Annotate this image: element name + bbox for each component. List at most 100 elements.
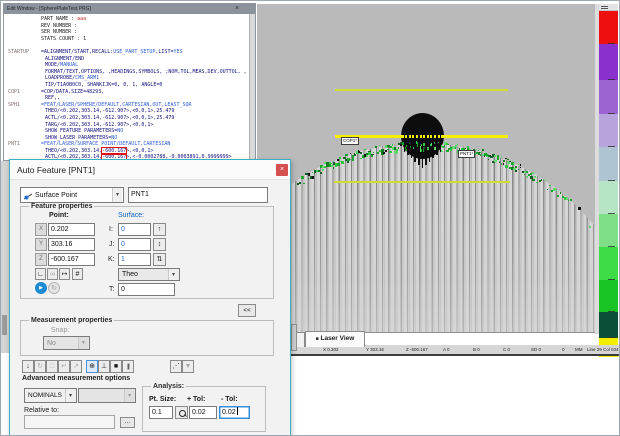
colorbar-header-text (601, 8, 608, 9)
stripe-scan-button[interactable]: ||| (122, 360, 134, 373)
point-sequence-button[interactable]: ⋰ (170, 360, 182, 373)
pt-size-field[interactable]: 0.1 (149, 406, 173, 419)
find-nominals-button[interactable]: ∞ (47, 268, 58, 280)
probe-mode-button[interactable]: ↓ (22, 360, 34, 373)
pcdmis-application: COP1* PNT1* ew ■ Laser View X 0.202Y 303… (0, 0, 620, 436)
chevron-down-icon: ▾ (78, 337, 88, 349)
code-line: PART NAME : aaa (8, 16, 249, 23)
axes-mode-button[interactable]: ∟ (35, 268, 46, 280)
surface-point-icon (23, 191, 33, 201)
scan-points-layer (257, 4, 595, 333)
analysis-group: Analysis: Pt. Size: + Tol: - Tol: 0.1 0.… (142, 386, 266, 432)
colorbar-header-text (601, 6, 608, 7)
colorbar-segment (599, 280, 618, 312)
status-item: SD 0 (531, 346, 541, 353)
regenerate-button[interactable]: ↻ (48, 282, 60, 294)
filter-button[interactable]: ▼ (182, 360, 194, 373)
test-feature-button[interactable]: ▶ (35, 282, 47, 294)
y-value-field[interactable]: 303.16 (48, 238, 95, 251)
status-item: A 0 (443, 346, 450, 353)
laser-view-tab-icon: ■ (316, 336, 319, 342)
left-scrollbar-thumb[interactable] (2, 315, 7, 335)
dialog-close-button[interactable]: × (276, 164, 288, 176)
colorbar-segment (599, 44, 618, 80)
i-vector-field[interactable]: 0 (118, 223, 151, 236)
y-key-button[interactable]: Y (35, 238, 47, 251)
code-line (8, 42, 249, 49)
edit-window-close-icon[interactable]: × (233, 5, 241, 13)
code-line: LOADPROBE/CMS_ARM1 (8, 75, 249, 82)
plus-tol-field[interactable]: 0.02 (189, 406, 217, 419)
feature-name-field[interactable]: PNT1 (128, 187, 268, 203)
return-button[interactable]: ↵ (58, 360, 70, 373)
box-select-button[interactable]: □ (46, 360, 58, 373)
dialog-titlebar[interactable]: Auto Feature [PNT1] × (10, 160, 290, 180)
laser-view-canvas[interactable]: COP1* PNT1* (257, 4, 595, 333)
nominals-mode-dropdown[interactable]: NOMINALS ▾ (24, 388, 77, 403)
left-dock-strip (1, 161, 9, 353)
j-vector-field[interactable]: 0 (118, 238, 151, 251)
status-item: B 0 (473, 346, 480, 353)
status-item: 0 (562, 346, 565, 353)
k-vector-field[interactable]: 1 (118, 253, 151, 266)
edit-window-code[interactable]: PART NAME : aaaREV NUMBER :SER NUMBER :S… (4, 14, 249, 160)
colorbar-segment (599, 312, 618, 338)
cop1-label: COP1* (341, 137, 359, 145)
colorbar-segment (599, 181, 618, 214)
chevron-down-icon: ▾ (168, 269, 178, 280)
block-scan-button[interactable]: ■ (110, 360, 122, 373)
colorbar-segment (599, 80, 618, 114)
z-value-field[interactable]: -600.167 (48, 253, 95, 266)
vector-flip-button[interactable]: ↑ (153, 223, 166, 236)
path-button[interactable]: ↗ (70, 360, 82, 373)
code-line: MODE/MANUAL (8, 62, 249, 69)
vector-align-button[interactable]: ↕ (153, 238, 166, 251)
text-caret (237, 407, 238, 415)
x-value-field[interactable]: 0.202 (48, 223, 95, 236)
grid-snap-button[interactable]: # (72, 268, 83, 280)
edit-window-scrollbar[interactable] (249, 14, 255, 160)
code-line: STATS COUNT : 1 (8, 36, 249, 43)
vector-swap-button[interactable]: ⇅ (153, 253, 166, 266)
measurement-properties-group: Measurement properties Snap: No ▾ (20, 320, 274, 356)
feature-type-dropdown[interactable]: Surface Point ▾ (20, 187, 124, 203)
code-line: PNT1=FEAT/LASER/SURFACE POINT/DEFAULT,CA… (8, 141, 249, 148)
tab-laser-view[interactable]: ■ Laser View (305, 331, 365, 347)
status-bar-rule (257, 354, 620, 356)
rescan-button[interactable]: ↻ (34, 360, 46, 373)
theo-mode-dropdown[interactable]: Theo ▾ (118, 268, 180, 281)
code-line: SPH1=FEAT/LASER/SPHERE/DEFAULT,CARTESIAN… (8, 102, 249, 109)
magnifier-icon[interactable] (175, 406, 188, 419)
code-line: SER NUMBER : (8, 29, 249, 36)
status-item: C 0 (503, 346, 510, 353)
nominals-secondary-dropdown[interactable]: ▾ (78, 388, 136, 403)
edit-window-titlebar[interactable]: Edit Window - [SpherePlateTest.PRG] (4, 4, 255, 14)
browse-button[interactable]: ... (120, 417, 135, 428)
z-key-button[interactable]: Z (35, 253, 47, 266)
code-line: REV NUMBER : (8, 23, 249, 30)
code-line: ALIGNMENT/END (8, 56, 249, 63)
snap-dropdown[interactable]: No ▾ (43, 336, 90, 350)
collapse-dialog-button[interactable]: << (238, 304, 256, 317)
colorbar-segment (599, 114, 618, 147)
level-button[interactable]: ⊥ (98, 360, 110, 373)
code-line: FORMAT/TEXT,OPTIONS, ,HEADINGS,SYMBOLS, … (8, 69, 249, 76)
relative-to-field[interactable] (24, 415, 115, 429)
code-line: REF,, (8, 95, 249, 102)
minus-tol-field[interactable]: 0.02 (219, 406, 250, 419)
edit-window: Edit Window - [SpherePlateTest.PRG] × PA… (3, 3, 256, 161)
t-value-field[interactable]: 0 (118, 283, 175, 296)
feature-properties-group: Feature properties Point: X 0.202 Y 303.… (20, 206, 274, 299)
chevron-down-icon: ▾ (112, 188, 122, 202)
colorbar-segment (599, 214, 618, 247)
target-button[interactable]: ⊕ (86, 360, 98, 373)
code-line: SHOW FEATURE PARAMETERS=NO (8, 128, 249, 135)
x-key-button[interactable]: X (35, 223, 47, 236)
code-line: COP1=COP/DATA,SIZE=48293, (8, 89, 249, 96)
code-line: TIP/T1A0B0C0, SHANKIJK=0, 0, 1, ANGLE=0 (8, 82, 249, 89)
code-line: SHOW_LASER_PARAMETERS=NO (8, 135, 249, 142)
auto-feature-dialog: Auto Feature [PNT1] × Surface Point ▾ PN… (9, 159, 291, 436)
status-item: Y 303.16 (366, 346, 384, 353)
status-item: Z -600.167 (406, 346, 428, 353)
move-to-point-button[interactable]: ↦ (59, 268, 70, 280)
